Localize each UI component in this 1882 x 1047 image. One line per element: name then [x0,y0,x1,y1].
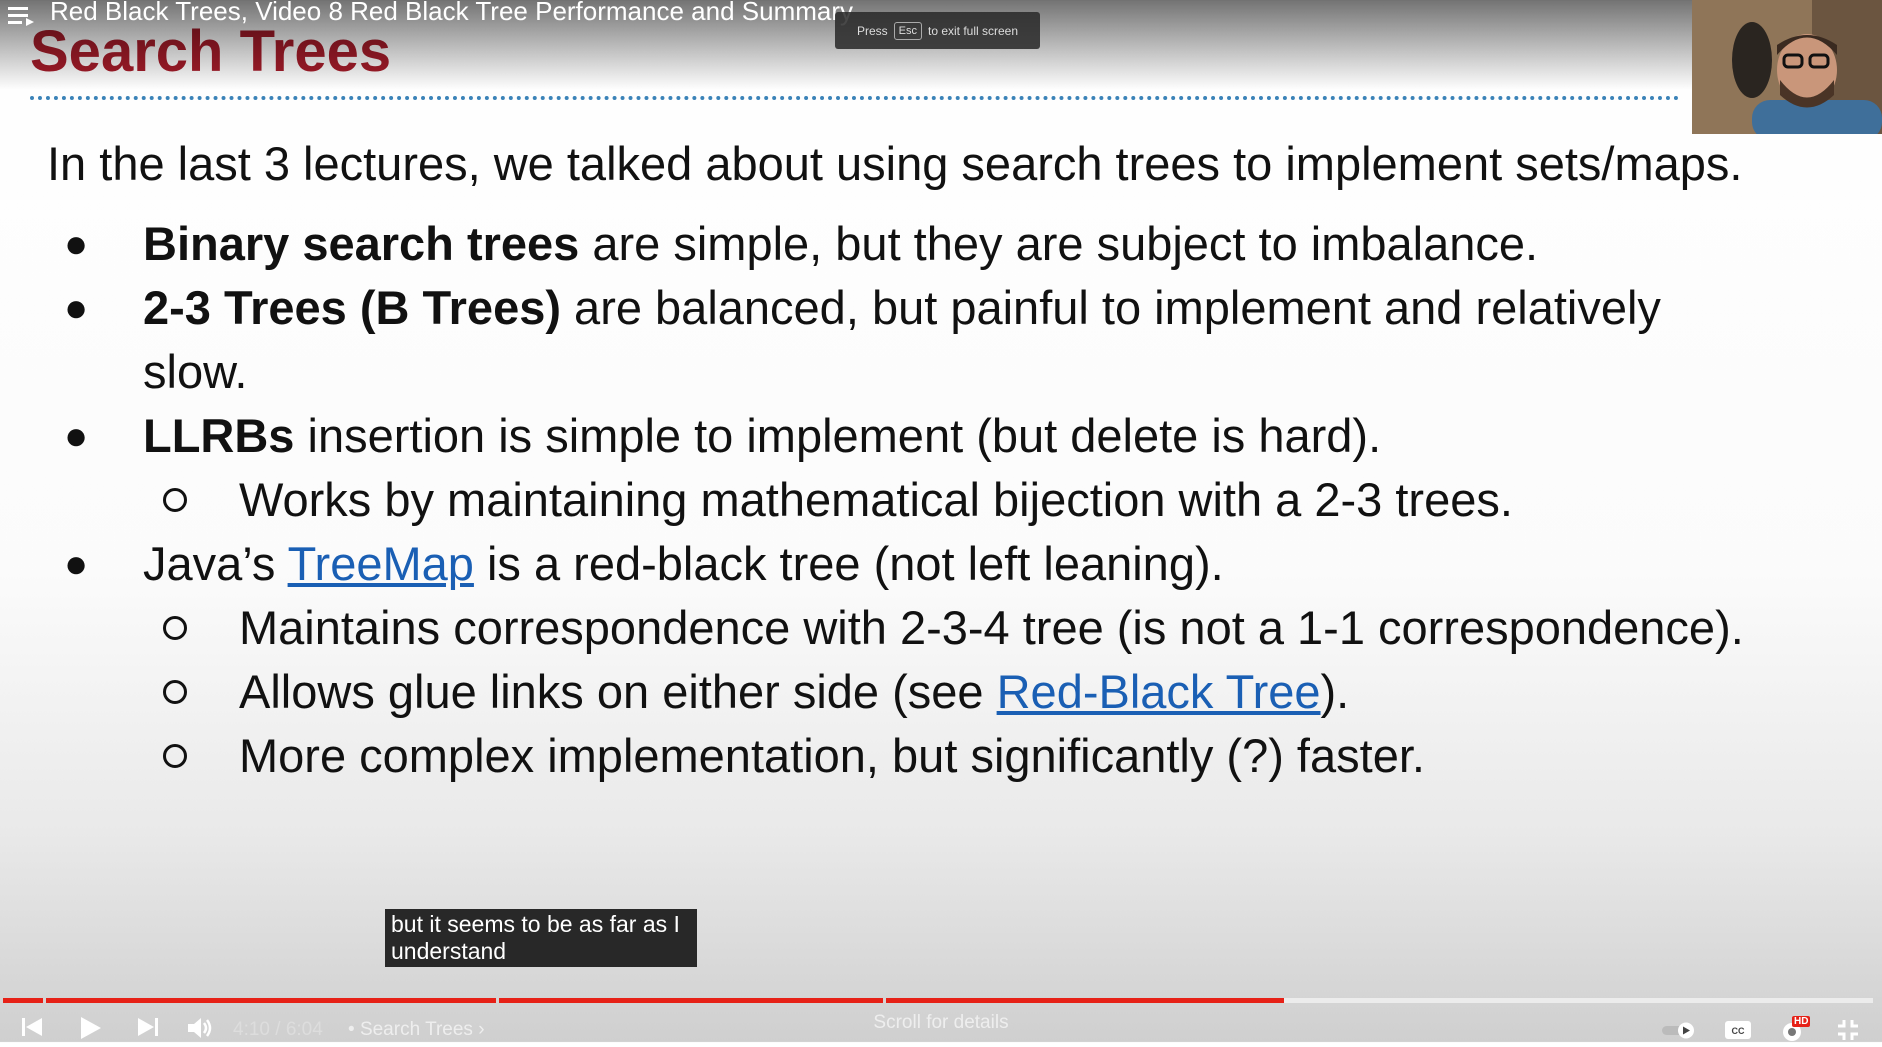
previous-icon[interactable] [20,1016,44,1038]
chapter-marker [883,998,886,1003]
bullet-text: Java’s [143,537,288,590]
captions-icon[interactable]: CC [1724,1020,1752,1040]
settings-button[interactable]: HD [1778,1016,1814,1042]
bullet-text: are balanced, but painful to implement a… [561,281,1661,334]
svg-text:CC: CC [1732,1026,1745,1036]
progress-played [3,998,1284,1003]
treemap-link[interactable]: TreeMap [288,537,474,590]
exit-fullscreen-icon[interactable] [1836,1018,1860,1042]
volume-icon[interactable] [186,1016,214,1040]
sub-bullet-glue-links: Allows glue links on either side (see Re… [239,664,1349,719]
sub-bullet-marker [163,744,187,768]
bullet-bold: LLRBs [143,409,295,462]
time-current: 4:10 [233,1019,270,1040]
sub-bullet-marker [163,488,187,512]
play-icon[interactable] [78,1016,102,1040]
closed-caption: but it seems to be as far as I understan… [385,909,697,967]
time-total: 6:04 [285,1019,323,1040]
slide-title: Search Trees [30,19,392,84]
autoplay-toggle-icon[interactable] [1660,1020,1698,1040]
sub-bullet-bijection: Works by maintaining mathematical biject… [239,473,1513,526]
bullet-marker: ● [64,286,89,330]
chapter-marker [43,998,46,1003]
red-black-tree-link[interactable]: Red-Black Tree [997,665,1321,718]
exit-fullscreen-tip: Press Esc to exit full screen [835,12,1040,49]
tip-prefix: Press [856,23,888,38]
video-title[interactable]: Red Black Trees, Video 8 Red Black Tree … [50,0,853,27]
chapter-name: Search Trees [359,1019,473,1040]
bullet-marker: ● [64,542,89,586]
presenter-webcam [1692,0,1882,134]
bullet-bold: Binary search trees [143,217,580,270]
bullet-text: are simple, but they are subject to imba… [579,217,1539,270]
sub-bullet-faster: More complex implementation, but signifi… [239,729,1425,782]
title-divider [30,96,1680,100]
bullet-text: ). [1320,665,1350,718]
bullet-treemap: Java’s TreeMap is a red-black tree (not … [143,536,1224,591]
bullet-marker: ● [64,414,89,458]
bullet-llrbs: LLRBs insertion is simple to implement (… [143,408,1381,463]
esc-key: Esc [893,21,922,40]
bullet-text: is a red-black tree (not left leaning). [473,537,1224,590]
bullet-23trees-continued: slow. [143,345,248,398]
presenter-image [1692,0,1882,134]
menu-icon[interactable] [6,2,36,28]
chapter-marker [496,998,499,1003]
hd-badge: HD [1792,1016,1811,1027]
bullet-23trees: 2-3 Trees (B Trees) are balanced, but pa… [143,280,1661,335]
sub-bullet-234: Maintains correspondence with 2-3-4 tree… [239,601,1744,654]
bullet-bst: Binary search trees are simple, but they… [143,216,1538,271]
bullet-text: Allows glue links on either side (see [239,665,997,718]
sub-bullet-marker [163,616,187,640]
time-separator: / [275,1019,281,1040]
chapter-title[interactable]: • Search Trees › [348,1019,485,1041]
sub-bullet-marker [163,680,187,704]
tip-suffix: to exit full screen [927,23,1019,38]
progress-bar[interactable] [3,998,1873,1003]
slide-intro: In the last 3 lectures, we talked about … [47,137,1743,190]
bullet-text: insertion is simple to implement (but de… [294,409,1382,462]
time-display: 4:10 / 6:04 [233,1019,323,1041]
bullet-marker: ● [64,222,89,266]
next-icon[interactable] [136,1016,160,1038]
bullet-bold: 2-3 Trees (B Trees) [143,281,561,334]
